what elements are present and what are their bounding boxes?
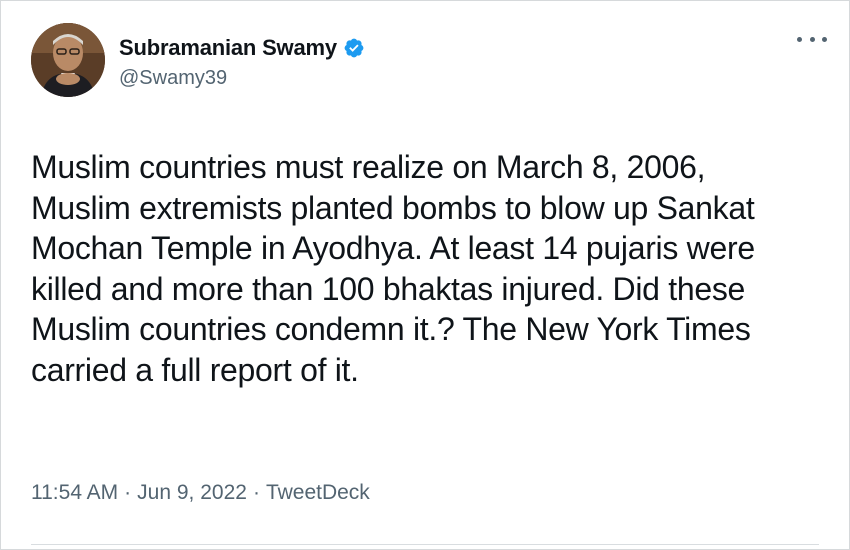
tweet-text-line: Muslim extremists planted bombs to blow … xyxy=(31,189,755,226)
divider xyxy=(31,544,819,545)
display-name[interactable]: Subramanian Swamy xyxy=(119,35,337,61)
name-row: Subramanian Swamy xyxy=(119,35,365,61)
tweet-time[interactable]: 11:54 AM xyxy=(31,481,118,505)
meta-separator: · xyxy=(124,481,132,504)
tweet-text-line: Muslim countries must realize on March 8… xyxy=(31,149,706,185)
more-options-icon[interactable] xyxy=(797,29,827,49)
tweet-text-line: carried a full report of it. xyxy=(31,351,359,388)
meta-separator: · xyxy=(252,481,260,504)
user-handle[interactable]: @Swamy39 xyxy=(119,67,365,90)
tweet-date[interactable]: Jun 9, 2022 xyxy=(137,481,247,505)
tweet-source[interactable]: TweetDeck xyxy=(266,481,370,505)
tweet-header: Subramanian Swamy @Swamy39 xyxy=(31,23,365,97)
avatar[interactable] xyxy=(31,23,105,97)
tweet-metadata: 11:54 AM · Jun 9, 2022 · TweetDeck xyxy=(31,481,370,505)
dot-icon xyxy=(822,36,827,42)
tweet-text: Muslim countries must realize on March 8… xyxy=(31,147,821,390)
dot-icon xyxy=(797,36,802,42)
user-names: Subramanian Swamy @Swamy39 xyxy=(119,35,365,90)
dot-icon xyxy=(809,36,815,42)
tweet-card: Subramanian Swamy @Swamy39 Muslim countr… xyxy=(0,0,850,550)
tweet-text-line: Mochan Temple in Ayodhya. At least 14 pu… xyxy=(31,230,755,266)
tweet-text-line: Muslim countries condemn it.? The New Yo… xyxy=(31,311,751,347)
verified-badge-icon xyxy=(343,37,365,59)
tweet-text-line: killed and more than 100 bhaktas injured… xyxy=(31,270,746,307)
